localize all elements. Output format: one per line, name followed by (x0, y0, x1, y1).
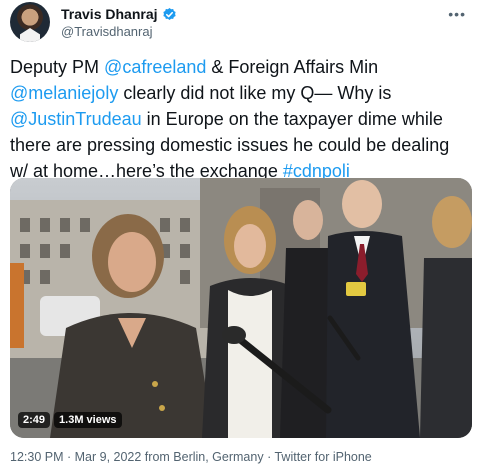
video-badges: 2:49 1.3M views (18, 412, 122, 428)
video-frame (10, 178, 472, 438)
tweet-metadata: 12:30 PM · Mar 9, 2022 from Berlin, Germ… (10, 450, 372, 464)
tweet-text: Deputy PM @cafreeland & Foreign Affairs … (10, 54, 472, 184)
tweet-text-segment: clearly did not like my Q— Why is (118, 83, 392, 103)
tweet-card: Travis Dhanraj @Travisdhanraj ••• Deputy… (0, 0, 480, 471)
author-avatar[interactable] (10, 2, 50, 42)
tweet-text-segment: & Foreign Affairs Min (206, 57, 379, 77)
video-duration-badge: 2:49 (18, 412, 51, 428)
mention-link[interactable]: @JustinTrudeau (10, 109, 142, 129)
meta-separator: · (263, 450, 275, 464)
tweet-time[interactable]: 12:30 PM (10, 450, 64, 464)
author-handle[interactable]: @Travisdhanraj (61, 24, 152, 39)
mention-link[interactable]: @cafreeland (104, 57, 206, 77)
meta-separator: · (63, 450, 75, 464)
mention-link[interactable]: @melaniejoly (10, 83, 118, 103)
more-options-icon[interactable]: ••• (448, 6, 466, 22)
tweet-header: Travis Dhanraj @Travisdhanraj ••• (10, 2, 470, 42)
tweet-source[interactable]: Twitter for iPhone (274, 450, 371, 464)
verified-badge-icon (162, 7, 177, 22)
tweet-date-location[interactable]: Mar 9, 2022 from Berlin, Germany (75, 450, 264, 464)
video-player[interactable]: 2:49 1.3M views (10, 178, 472, 438)
author-display-name[interactable]: Travis Dhanraj (61, 6, 158, 22)
video-views-badge: 1.3M views (54, 412, 122, 428)
tweet-text-segment: Deputy PM (10, 57, 105, 77)
author-name-row: Travis Dhanraj (61, 6, 177, 22)
